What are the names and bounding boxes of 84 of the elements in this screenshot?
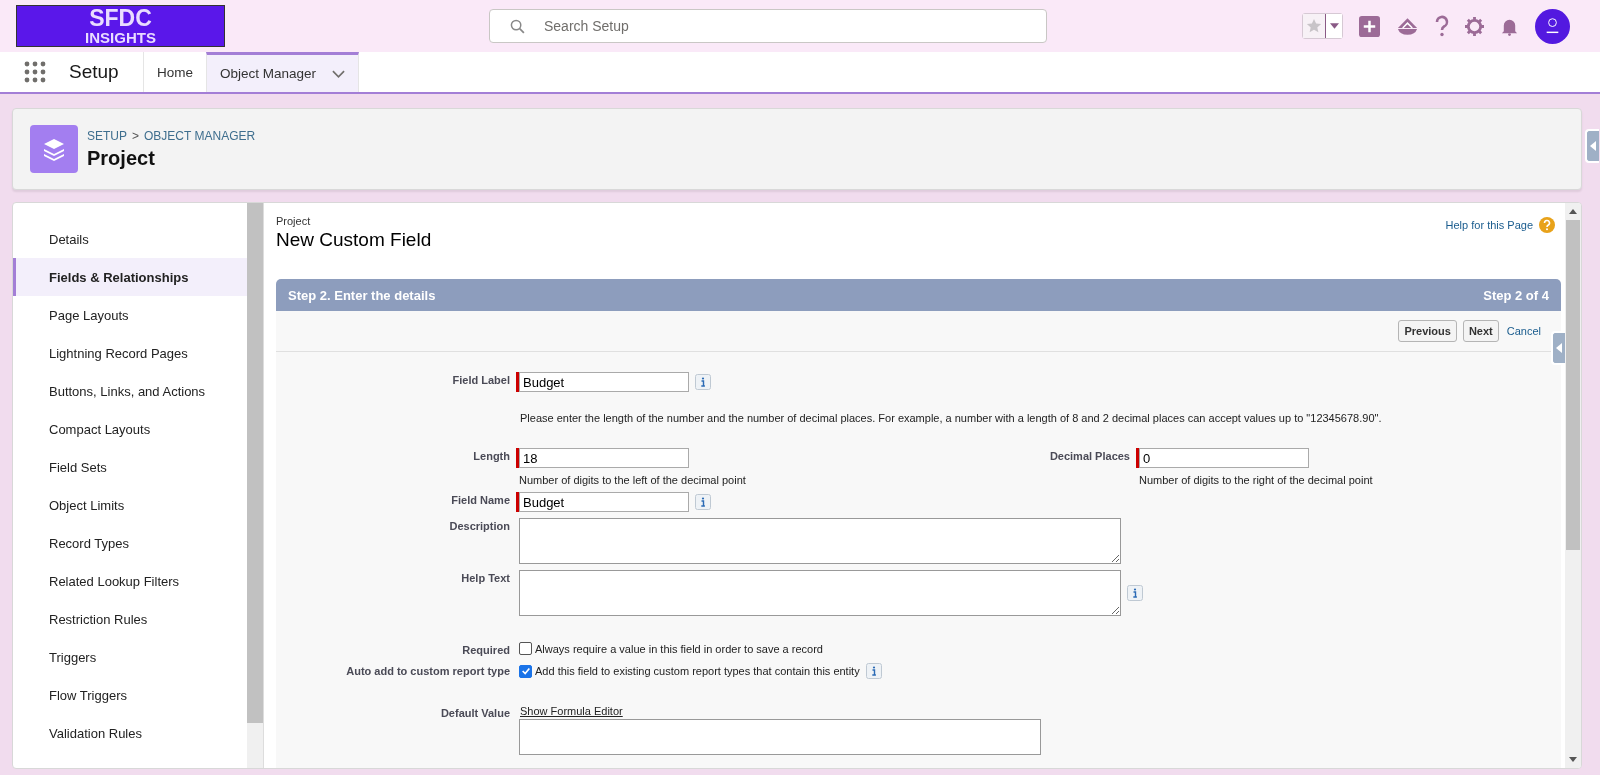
logo-text: SFDC [89,7,152,30]
cancel-link[interactable]: Cancel [1506,325,1541,337]
step-title: Step 2. Enter the details [288,287,436,303]
sidebar-item[interactable]: Page Layouts [13,296,247,334]
field-hint: Number of digits to the left of the decimal point [519,474,746,486]
object-name: Project [276,215,312,227]
settings-icon[interactable] [1465,16,1484,36]
required-marker [1136,448,1139,468]
checkbox[interactable] [519,642,532,655]
sidebar-item[interactable]: Buttons, Links, and Actions [13,372,247,410]
field-label: Field Label [451,373,510,386]
required-marker [516,372,519,392]
help-icon[interactable] [1435,15,1449,37]
checkbox[interactable] [519,664,532,678]
field-label: Field Name [450,493,510,506]
formula-editor-link[interactable]: Show Formula Editor [520,705,1041,717]
sidebar-item[interactable]: Compact Layouts [13,410,247,448]
instructions-text: Please enter the length of the number and the number of decimal places. For example, a number with a length of 8 and 2 decimal places can accept values up to "12345678.90". [520,412,1382,424]
plus-icon[interactable] [1359,15,1380,37]
sidebar-item[interactable]: Details [13,220,247,258]
required-marker [516,492,519,512]
field-label: Default Value [439,706,510,719]
arrow-up-icon[interactable] [1569,209,1577,214]
dropdown-button[interactable] [1325,14,1342,38]
breadcrumb-link[interactable]: OBJECT MANAGER [144,128,256,143]
scrollbar[interactable] [1565,203,1581,768]
step-button[interactable]: Next [1462,320,1499,342]
nav-tab[interactable]: Object Manager [206,52,360,92]
text-area[interactable] [519,570,1121,616]
sidebar-item[interactable]: Flow Triggers [13,676,247,714]
caret-icon [1329,23,1339,29]
triangle-left-icon [1556,343,1562,353]
star-icon [1306,18,1322,34]
app-name: Setup [69,61,120,83]
collapse-tab[interactable] [1585,129,1599,163]
info-icon[interactable] [695,374,711,390]
help-icon[interactable] [1539,217,1555,233]
field-label: Length [472,449,510,464]
field-label: Decimal Places [1048,449,1130,464]
checkbox-label: Add this field to existing custom report types that contain this entity [535,665,860,677]
sidebar-item[interactable]: Record Types [13,524,247,562]
text-field[interactable]: Budget [519,492,689,512]
field-hint: Number of digits to the right of the decimal point [1139,474,1373,486]
sidebar-item[interactable]: Lightning Record Pages [13,334,247,372]
field-label: Auto add to custom report type [345,664,510,677]
sidebar-item[interactable]: Field Sets [13,448,247,486]
search-field[interactable]: Search Setup [489,9,1047,43]
breadcrumb-link[interactable]: SETUP [87,128,127,143]
arrow-down-icon[interactable] [1569,757,1577,762]
page-title: New Custom Field [276,229,432,251]
chevron-down-icon[interactable] [332,69,346,78]
text-area[interactable] [519,518,1121,564]
collapse-tab[interactable] [1551,331,1565,365]
step-counter: Step 2 of 4 [1483,287,1549,303]
required-marker [516,448,519,468]
avatar-icon[interactable] [1535,8,1570,44]
checkbox-label: Always require a value in this field in order to save a record [535,642,823,655]
scrollbar-thumb[interactable] [1566,220,1580,550]
app-launcher-icon[interactable] [24,61,46,83]
sidebar-item[interactable]: Validation Rules [13,714,247,752]
sidebar-item[interactable]: Restriction Rules [13,600,247,638]
object-title: Project [87,146,156,170]
field-label: Help Text [460,571,510,584]
field-label: Description [448,519,510,532]
help-link[interactable]: Help for this Page [1445,219,1533,231]
layers-icon [30,125,78,173]
star-button[interactable] [1303,14,1325,38]
number-field[interactable]: 18 [519,448,689,468]
info-icon[interactable] [865,663,882,679]
breadcrumb-separator: > [132,128,140,143]
field-label: Required [461,643,510,656]
search-icon [510,19,525,34]
logo-text: INSIGHTS [85,30,156,45]
info-icon[interactable] [1127,585,1143,601]
sidebar-item[interactable]: Fields & Relationships [13,258,247,296]
text-area[interactable] [519,719,1041,755]
sidebar-item[interactable]: Triggers [13,638,247,676]
info-icon[interactable] [695,494,711,510]
sidebar-item[interactable]: Related Lookup Filters [13,562,247,600]
triangle-left-icon [1590,141,1596,151]
sidebar-item[interactable]: Object Limits [13,486,247,524]
text-field[interactable]: Budget [519,372,689,392]
step-button[interactable]: Previous [1398,320,1457,342]
number-field[interactable]: 0 [1139,448,1309,468]
